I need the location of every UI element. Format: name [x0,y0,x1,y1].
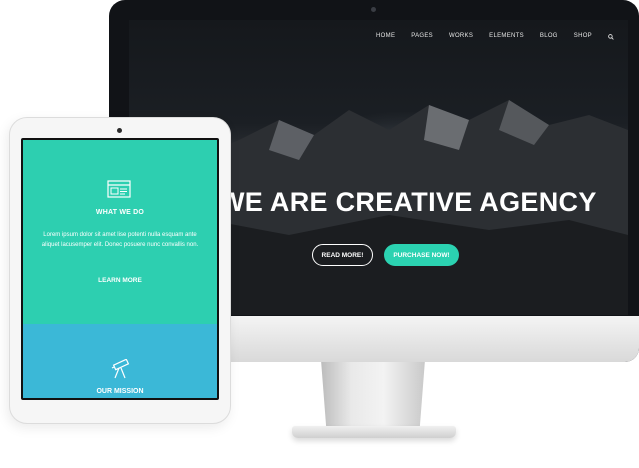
purchase-now-button[interactable]: PURCHASE NOW! [384,244,459,266]
nav-works[interactable]: WORKS [449,33,473,39]
what-we-do-section: WHAT WE DO Lorem ipsum dolor sit amet li… [23,140,217,324]
telescope-icon [111,359,130,379]
search-icon[interactable] [608,34,614,40]
nav-shop[interactable]: SHOP [574,33,592,39]
browser-window-icon [107,180,131,198]
what-we-do-text: Lorem ipsum dolor sit amet lise potenti … [41,232,199,248]
top-nav: HOME PAGES WORKS ELEMENTS BLOG SHOP [360,33,614,40]
our-mission-title: OUR MISSION [96,388,144,395]
monitor-stand-base [292,426,456,438]
nav-elements[interactable]: ELEMENTS [489,33,524,39]
nav-pages[interactable]: PAGES [411,33,433,39]
what-we-do-title: WHAT WE DO [95,209,145,216]
monitor-stand-neck [321,362,425,432]
tablet-screen: WHAT WE DO Lorem ipsum dolor sit amet li… [23,140,217,398]
nav-blog[interactable]: BLOG [540,33,558,39]
monitor-camera [371,7,376,12]
nav-home[interactable]: HOME [376,33,395,39]
tablet-camera [117,128,122,133]
read-more-button[interactable]: READ MORE! [312,244,373,266]
tablet-device: WHAT WE DO Lorem ipsum dolor sit amet li… [9,117,231,424]
our-mission-section: OUR MISSION [23,324,217,398]
learn-more-link[interactable]: LEARN MORE [23,277,217,284]
